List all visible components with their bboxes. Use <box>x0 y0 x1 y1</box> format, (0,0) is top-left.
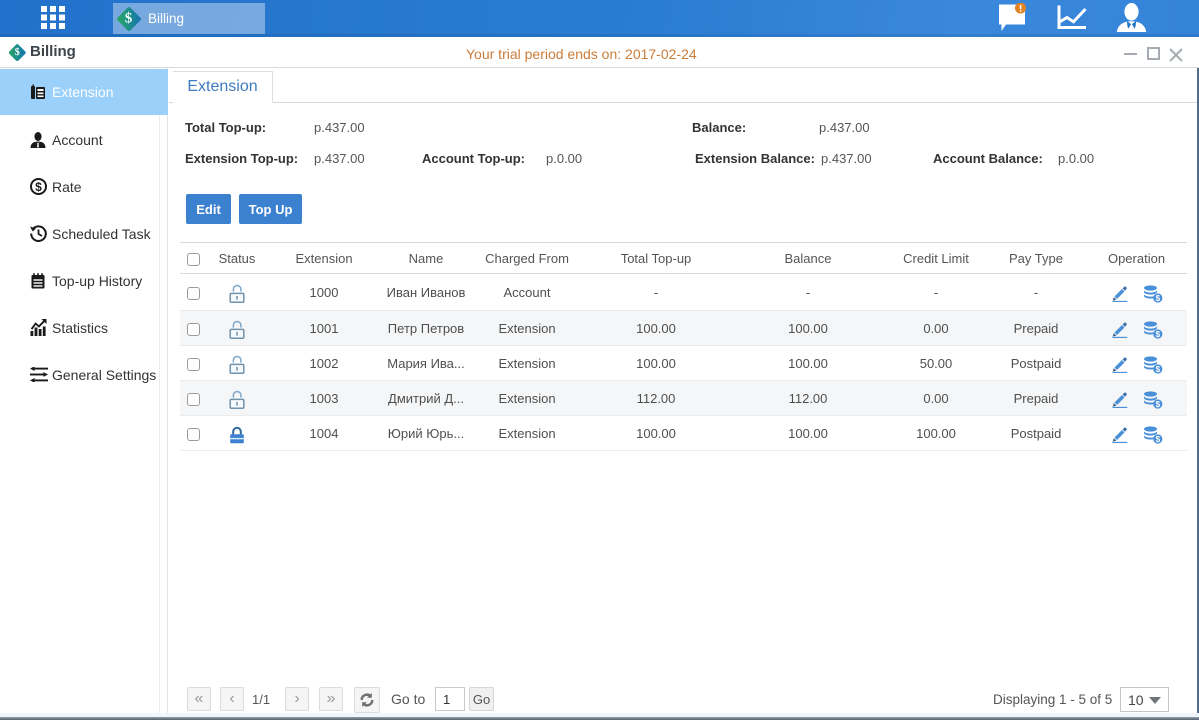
svg-text:$: $ <box>1155 294 1160 303</box>
svg-text:$: $ <box>35 180 42 194</box>
svg-text:$: $ <box>1155 330 1160 339</box>
svg-text:$: $ <box>1155 365 1160 374</box>
svg-text:$: $ <box>1155 435 1160 444</box>
svg-text:$: $ <box>1155 400 1160 409</box>
